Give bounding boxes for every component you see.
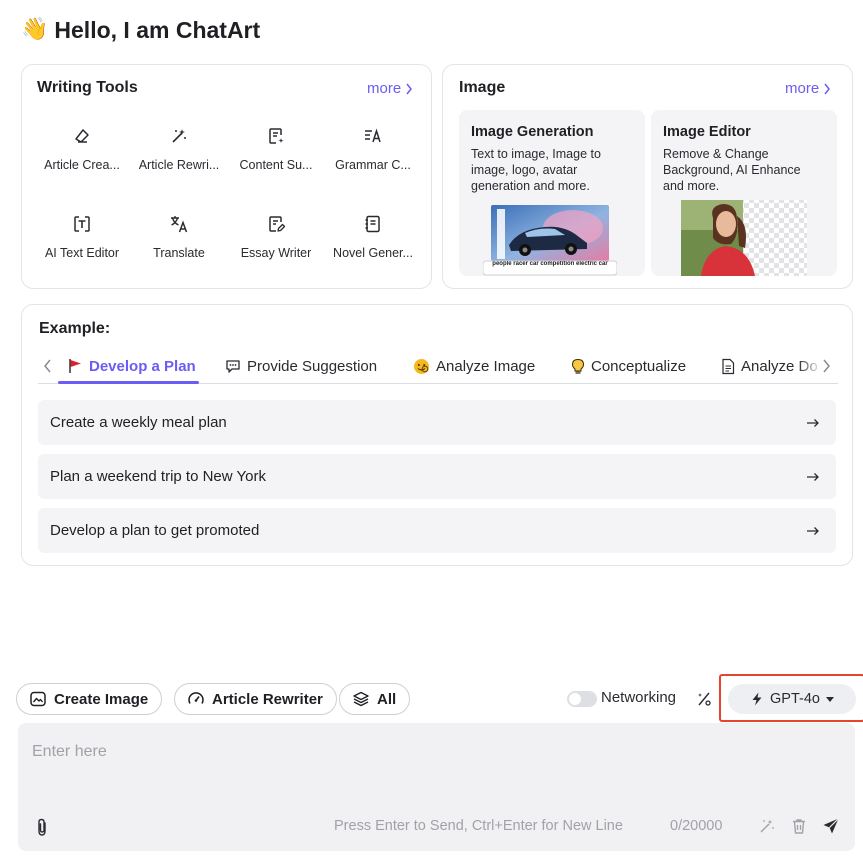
tool-grammar-checker[interactable]: Grammar C... bbox=[325, 126, 421, 182]
example-item-label: Create a weekly meal plan bbox=[50, 414, 227, 431]
lightbulb-icon bbox=[571, 358, 585, 374]
writing-tools-title: Writing Tools bbox=[37, 79, 138, 96]
toggle-knob bbox=[569, 693, 581, 705]
trash-icon[interactable] bbox=[790, 817, 808, 835]
more-label: more bbox=[367, 80, 402, 97]
tool-label: Essay Writer bbox=[240, 246, 312, 260]
tool-label: Translate bbox=[153, 246, 205, 260]
notebook-icon bbox=[365, 215, 380, 233]
chat-bubble-icon bbox=[226, 360, 240, 373]
image-editor-card[interactable]: Image Editor Remove & Change Background,… bbox=[651, 110, 837, 276]
create-image-chip[interactable]: Create Image bbox=[16, 683, 163, 715]
tab-label: Analyze Image bbox=[436, 357, 536, 375]
tabs-fade bbox=[798, 349, 838, 383]
arrow-right-icon bbox=[807, 418, 819, 427]
chevron-right-icon bbox=[824, 83, 831, 94]
magic-wand-icon bbox=[172, 129, 186, 143]
chip-label: Article Rewriter bbox=[212, 690, 323, 708]
tab-analyze-image[interactable]: Analyze Image bbox=[413, 349, 535, 383]
paperclip-icon[interactable] bbox=[35, 817, 49, 837]
example-item-label: Develop a plan to get promoted bbox=[50, 522, 260, 539]
tab-label: Develop a Plan bbox=[89, 357, 196, 375]
waving-hand-icon: 👋 bbox=[21, 17, 49, 42]
magic-wand-icon[interactable] bbox=[758, 817, 776, 835]
tool-ai-text-editor[interactable]: AI Text Editor bbox=[34, 214, 130, 270]
greeting: 👋 Hello, I am ChatArt bbox=[21, 14, 260, 46]
example-item[interactable]: Develop a plan to get promoted bbox=[38, 508, 836, 553]
eraser-pen-icon bbox=[75, 129, 89, 143]
tab-label: Provide Suggestion bbox=[247, 357, 378, 375]
tool-label: AI Text Editor bbox=[44, 246, 120, 260]
writing-tools-more-link[interactable]: more bbox=[367, 80, 413, 97]
tool-article-rewriter[interactable]: Article Rewri... bbox=[131, 126, 227, 182]
percent-sparkle-icon[interactable] bbox=[696, 690, 712, 708]
caret-down-icon bbox=[825, 696, 834, 702]
tool-label: Content Su... bbox=[239, 158, 313, 172]
example-tabs: Develop a Plan Provide Suggestion Analyz… bbox=[38, 349, 838, 384]
all-tools-chip[interactable]: All bbox=[339, 683, 411, 715]
page-title: Hello, I am ChatArt bbox=[54, 16, 261, 43]
message-input[interactable] bbox=[32, 739, 832, 765]
tool-label: Novel Gener... bbox=[333, 246, 413, 260]
writing-tools-card: Writing Tools more Article Crea... Artic… bbox=[21, 64, 432, 289]
woman-portrait-thumbnail bbox=[681, 200, 807, 276]
tool-content-summarizer[interactable]: Content Su... bbox=[228, 126, 324, 182]
tool-label: Grammar C... bbox=[335, 158, 411, 172]
image-editor-desc: Remove & Change Background, AI Enhance a… bbox=[663, 147, 801, 193]
image-card-title: Image bbox=[459, 79, 506, 96]
model-selector[interactable]: GPT-4o bbox=[728, 684, 856, 714]
char-counter: 0/20000 bbox=[670, 818, 723, 834]
tab-provide-suggestion[interactable]: Provide Suggestion bbox=[225, 349, 377, 383]
tool-translate[interactable]: Translate bbox=[131, 214, 227, 270]
essay-pen-icon bbox=[269, 216, 286, 232]
translate-icon bbox=[171, 216, 188, 233]
red-flag-icon bbox=[69, 359, 81, 373]
image-generation-desc: Text to image, Image to image, logo, ava… bbox=[471, 147, 601, 193]
image-generation-card[interactable]: Image Generation Text to image, Image to… bbox=[459, 110, 645, 276]
example-card: Example: Develop a Plan Provide Suggesti… bbox=[21, 304, 853, 566]
text-box-icon bbox=[74, 216, 90, 232]
chevron-right-icon[interactable] bbox=[820, 357, 832, 375]
networking-toggle[interactable] bbox=[567, 691, 597, 707]
tool-essay-writer[interactable]: Essay Writer bbox=[228, 214, 324, 270]
example-item[interactable]: Plan a weekend trip to New York bbox=[38, 454, 836, 499]
tab-develop-a-plan[interactable]: Develop a Plan bbox=[67, 349, 196, 383]
tab-conceptualize[interactable]: Conceptualize bbox=[571, 349, 686, 383]
document-icon bbox=[722, 358, 735, 374]
article-rewriter-chip[interactable]: Article Rewriter bbox=[174, 683, 337, 715]
chevron-left-icon[interactable] bbox=[42, 357, 54, 375]
model-name: GPT-4o bbox=[770, 691, 820, 707]
layers-icon bbox=[353, 691, 369, 707]
image-prompt-caption: people racer car competition electric ca… bbox=[492, 261, 608, 267]
active-tab-indicator bbox=[58, 381, 199, 384]
tool-novel-generator[interactable]: Novel Gener... bbox=[325, 214, 421, 270]
face-emoji-icon bbox=[414, 358, 429, 374]
tab-label: Conceptualize bbox=[591, 357, 687, 375]
image-generation-title: Image Generation bbox=[471, 124, 594, 140]
chevron-right-icon bbox=[406, 83, 413, 94]
example-item[interactable]: Create a weekly meal plan bbox=[38, 400, 836, 445]
tool-article-creator[interactable]: Article Crea... bbox=[34, 126, 130, 182]
arrow-right-icon bbox=[807, 472, 819, 481]
composer: Press Enter to Send, Ctrl+Enter for New … bbox=[18, 723, 855, 851]
image-editor-title: Image Editor bbox=[663, 124, 751, 140]
document-sparkle-icon bbox=[269, 128, 284, 144]
image-card: Image more Image Generation Text to imag… bbox=[442, 64, 853, 289]
send-icon[interactable] bbox=[822, 817, 840, 835]
lightning-icon bbox=[752, 692, 762, 706]
gauge-icon bbox=[188, 692, 204, 704]
networking-label: Networking bbox=[601, 689, 677, 706]
image-icon bbox=[30, 691, 46, 707]
example-item-label: Plan a weekend trip to New York bbox=[50, 468, 266, 485]
image-more-link[interactable]: more bbox=[785, 80, 831, 97]
send-hint: Press Enter to Send, Ctrl+Enter for New … bbox=[334, 818, 623, 834]
tool-label: Article Crea... bbox=[44, 158, 120, 172]
more-label: more bbox=[785, 80, 820, 97]
tool-label: Article Rewri... bbox=[138, 158, 220, 172]
chip-label: All bbox=[377, 690, 397, 708]
arrow-right-icon bbox=[807, 526, 819, 535]
text-check-icon bbox=[365, 128, 381, 143]
chip-label: Create Image bbox=[54, 690, 149, 708]
example-title: Example: bbox=[39, 320, 111, 337]
